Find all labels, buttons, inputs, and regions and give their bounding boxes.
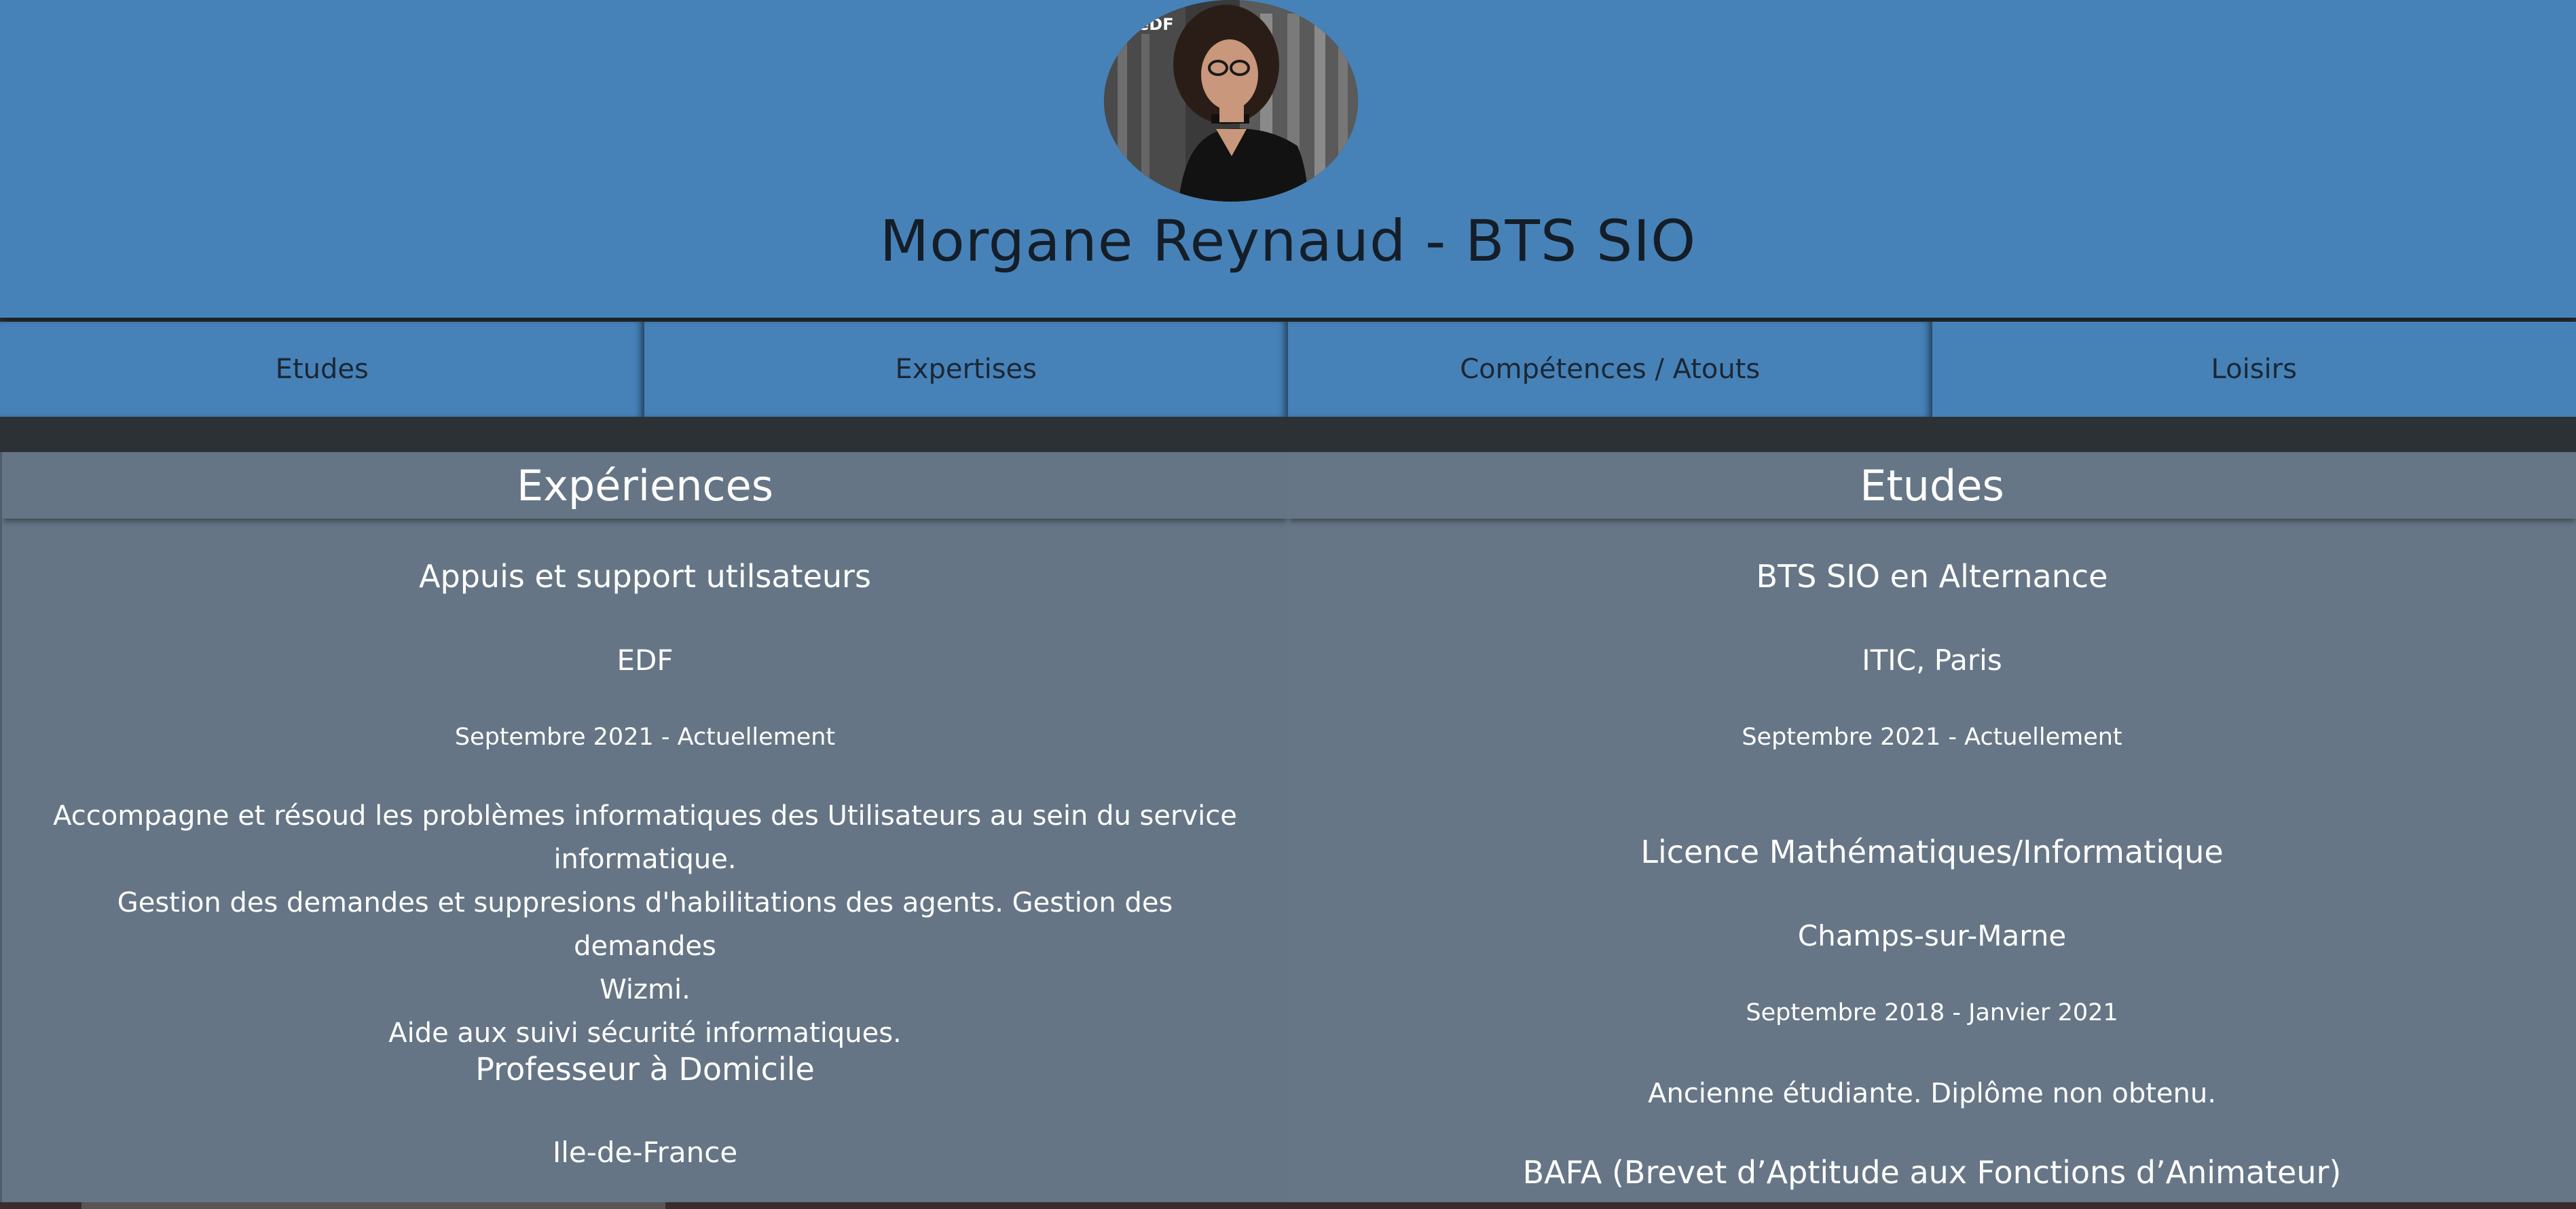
etudes-heading: Etudes (1288, 452, 2576, 519)
experiences-heading: Expériences (2, 452, 1288, 519)
etude-date: Septembre 2021 - Actuellement (1742, 724, 2122, 751)
section-divider (0, 417, 2576, 452)
description-line: Gestion des demandes et suppresions d'ha… (117, 887, 1173, 962)
experiences-section: Expériences Appuis et support utilsateur… (0, 452, 1288, 1202)
description-line: informatique. (553, 844, 737, 875)
avatar-badge-text: eDF (1138, 15, 1174, 34)
experience-title: Professeur à Domicile (475, 1051, 815, 1087)
nav-item-loisirs[interactable]: Loisirs (1932, 322, 2576, 417)
etude-place: ITIC, Paris (1862, 644, 2002, 677)
etudes-section: Etudes BTS SIO en Alternance ITIC, Paris… (1288, 452, 2576, 1202)
etude-title: Licence Mathématiques/Informatique (1640, 834, 2224, 870)
etude-title: BAFA (Brevet d’Aptitude aux Fonctions d’… (1522, 1154, 2342, 1191)
description-line: Accompagne et résoud les problèmes infor… (53, 800, 1237, 832)
description-line: Wizmi. (600, 974, 691, 1005)
experience-date: Septembre 2021 - Actuellement (454, 724, 836, 751)
experience-place: Ile-de-France (552, 1136, 738, 1169)
bottom-edge-segment (81, 1202, 665, 1209)
description-line: Aide aux suivi sécurité informatiques. (388, 1018, 902, 1049)
profile-avatar: eDF (1104, 0, 1358, 202)
site-header: eDF Morgane Reynaud - BTS SIO (0, 0, 2576, 318)
nav-item-expertises[interactable]: Expertises (644, 322, 1288, 417)
etude-place: Champs-sur-Marne (1797, 919, 2067, 952)
etude-title: BTS SIO en Alternance (1756, 558, 2108, 595)
bottom-edge (0, 1202, 2576, 1209)
page-title: Morgane Reynaud - BTS SIO (879, 208, 1697, 274)
experience-place: EDF (617, 644, 674, 677)
experience-description: Accompagne et résoud les problèmes infor… (2, 794, 1288, 1055)
nav-item-competences[interactable]: Compétences / Atouts (1288, 322, 1932, 417)
etude-date: Septembre 2018 - Janvier 2021 (1746, 999, 2118, 1026)
etude-description: Ancienne étudiante. Diplôme non obtenu. (1648, 1078, 2216, 1109)
experience-title: Appuis et support utilsateurs (419, 558, 871, 595)
main-nav: Etudes Expertises Compétences / Atouts L… (0, 322, 2576, 417)
nav-item-etudes[interactable]: Etudes (0, 322, 644, 417)
